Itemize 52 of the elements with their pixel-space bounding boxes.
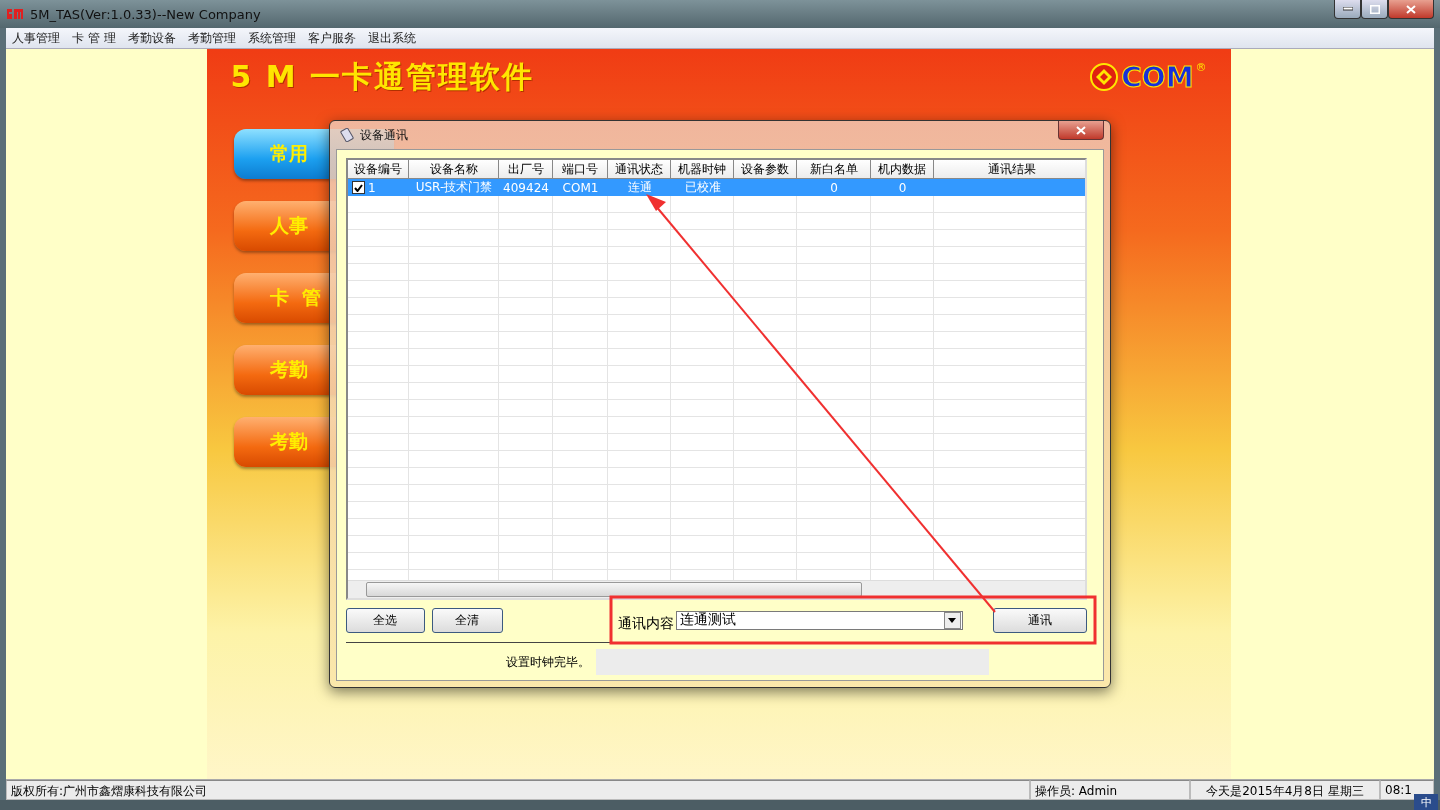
column-header[interactable]: 设备名称: [409, 160, 499, 179]
menu-item[interactable]: 系统管理: [241, 29, 302, 47]
column-header[interactable]: 通讯状态: [608, 160, 671, 179]
registered-mark: ®: [1195, 60, 1207, 74]
date-text: 今天是2015年4月8日 星期三: [1190, 780, 1380, 800]
close-button[interactable]: [1058, 121, 1104, 140]
menu-item[interactable]: 考勤管理: [181, 29, 242, 47]
table-cell: COM1: [562, 180, 599, 195]
app-logo-icon: [6, 7, 24, 21]
column-header[interactable]: 设备参数: [734, 160, 797, 179]
column-header[interactable]: 通讯结果: [934, 160, 1085, 179]
table-cell: 1: [368, 180, 376, 195]
logo-icon: [1089, 62, 1120, 92]
content-label: 通讯内容: [617, 615, 674, 633]
close-icon: [1076, 125, 1086, 135]
horizontal-scrollbar[interactable]: [348, 580, 1085, 598]
column-header[interactable]: 机内数据: [871, 160, 934, 179]
maximize-button[interactable]: [1361, 0, 1388, 19]
window-title: 5M_TAS(Ver:1.0.33)--New Company: [30, 6, 261, 22]
minimize-button[interactable]: [1334, 0, 1361, 19]
select-button[interactable]: 全清: [431, 607, 503, 633]
column-header[interactable]: 端口号: [553, 160, 608, 179]
column-header[interactable]: 机器时钟: [671, 160, 734, 179]
menu-item[interactable]: 退出系统: [361, 29, 422, 47]
communicate-button[interactable]: 通讯: [992, 607, 1087, 633]
select-button[interactable]: 全选: [346, 607, 425, 633]
table-cell: 409424: [503, 180, 549, 195]
column-header[interactable]: 新白名单: [797, 160, 871, 179]
column-header[interactable]: 出厂号: [499, 160, 553, 179]
table-cell: 连通: [627, 179, 652, 196]
table-cell: 0: [830, 180, 838, 195]
checkbox[interactable]: [352, 181, 365, 194]
copyright-text: 版权所有:广州市鑫熠康科技有限公司: [6, 780, 1030, 800]
logo-text: COM: [1121, 60, 1194, 94]
maximize-icon: [1369, 4, 1380, 14]
device-icon: [340, 128, 354, 142]
minimize-icon: [1342, 7, 1353, 11]
menu-item[interactable]: 卡 管 理: [66, 29, 122, 47]
content-dropdown[interactable]: 连通测试: [675, 610, 963, 630]
table-cell: 已校准: [684, 179, 721, 196]
menu-item[interactable]: 考勤设备: [121, 29, 182, 47]
operator-text: 操作员: Admin: [1030, 780, 1190, 800]
menu-item[interactable]: 人事管理: [6, 29, 66, 47]
column-header[interactable]: 设备编号: [348, 160, 409, 179]
menu-item[interactable]: 客户服务: [301, 29, 362, 47]
table-cell: 0: [898, 180, 907, 195]
banner-title: 5 M 一卡通管理软件: [230, 57, 535, 96]
dropdown-arrow-icon: [948, 617, 957, 623]
close-button[interactable]: [1388, 0, 1434, 19]
status-message: 设置时钟完毕。: [506, 653, 590, 671]
table-cell: USR-技术门禁: [415, 179, 493, 196]
close-icon: [1406, 4, 1416, 14]
